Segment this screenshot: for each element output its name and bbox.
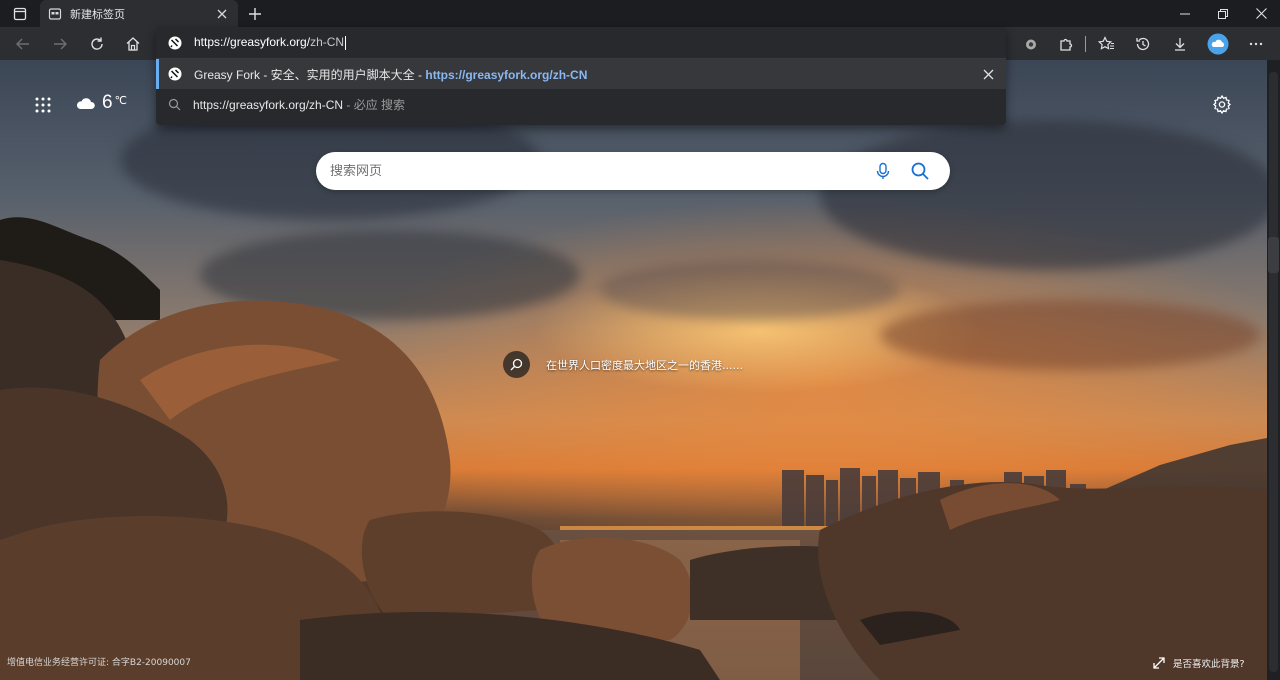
app-grid-icon [35, 97, 51, 113]
page-scrollbar[interactable] [1267, 60, 1280, 680]
minimize-icon [1180, 13, 1190, 14]
new-tab-button[interactable] [244, 3, 266, 25]
address-bar[interactable]: https://greasyfork.org/zh-CN [156, 27, 1006, 58]
search-submit-button[interactable] [910, 161, 930, 181]
tab-close-button[interactable] [214, 6, 230, 22]
home-button[interactable] [120, 31, 146, 57]
suggestion-site[interactable]: Greasy Fork - 安全、实用的用户脚本大全 - https://gre… [156, 59, 1006, 89]
address-host: https://greasyfork.org/ [194, 35, 311, 50]
close-icon [983, 69, 993, 79]
extensions-button[interactable] [1053, 31, 1079, 57]
tab-new-tab[interactable]: 新建标签页 [40, 0, 238, 27]
search-icon [911, 162, 929, 180]
back-button[interactable] [10, 31, 36, 57]
close-window-icon [1255, 8, 1267, 19]
minimize-button[interactable] [1166, 0, 1204, 27]
home-icon [126, 37, 140, 51]
more-dots-icon [1249, 42, 1263, 46]
search-suggestion-query: https://greasyfork.org/zh-CN [193, 97, 344, 112]
voice-search-button[interactable] [874, 162, 892, 180]
background-feedback[interactable]: 是否喜欢此背景? [1153, 656, 1245, 670]
sidebar-handle[interactable] [1268, 237, 1279, 273]
close-icon [217, 9, 227, 18]
downloads-button[interactable] [1167, 31, 1193, 57]
new-tab-page-icon [48, 7, 62, 20]
expand-arrows-icon [1153, 657, 1165, 669]
tab-title: 新建标签页 [70, 7, 125, 21]
arrow-right-icon [54, 38, 67, 50]
weather-widget[interactable]: 6 ℃ [76, 92, 127, 114]
gear-icon [1213, 94, 1231, 115]
greasyfork-icon [168, 67, 182, 81]
weather-unit: ℃ [114, 93, 127, 107]
restore-button[interactable] [1204, 0, 1242, 27]
weather-temperature: 6 [102, 92, 113, 113]
tab-actions-icon [13, 7, 27, 21]
download-icon [1175, 38, 1185, 51]
address-text[interactable]: https://greasyfork.org/zh-CN [194, 35, 347, 50]
text-caret [345, 35, 347, 50]
scrollbar-thumb[interactable] [1269, 72, 1278, 672]
greasyfork-icon [168, 36, 182, 49]
plus-icon [249, 8, 261, 20]
profile-button[interactable] [1205, 31, 1231, 57]
tab-actions-button[interactable] [6, 4, 34, 24]
window-controls [1166, 0, 1280, 27]
suggestion-url: https://greasyfork.org/zh-CN [425, 67, 588, 82]
extension-shield-icon [1026, 39, 1036, 50]
page-settings-button[interactable] [1212, 94, 1232, 115]
microphone-icon [876, 162, 890, 179]
apps-launcher-button[interactable] [34, 96, 52, 114]
arrow-left-icon [16, 38, 29, 50]
license-text[interactable]: 增值电信业务经营许可证: 合字B2-20090007 [7, 655, 191, 668]
forward-button[interactable] [47, 31, 73, 57]
search-icon [168, 98, 181, 110]
suggestion-separator: - [414, 67, 426, 82]
puzzle-icon [1060, 38, 1073, 51]
like-background-prompt[interactable]: 是否喜欢此背景? [1173, 656, 1245, 670]
refresh-button[interactable] [84, 31, 110, 57]
magnifier-icon [510, 358, 523, 371]
visual-search-button[interactable] [503, 351, 530, 378]
cloud-icon [76, 98, 95, 109]
search-suggestion-text: https://greasyfork.org/zh-CN - 必应 搜索 [193, 96, 405, 113]
search-suggestion-suffix: - 必应 搜索 [343, 97, 406, 112]
address-bar-dropdown: https://greasyfork.org/zh-CN Greasy Fork… [156, 27, 1006, 125]
suggestion-search[interactable]: https://greasyfork.org/zh-CN - 必应 搜索 [156, 89, 1006, 119]
search-input[interactable] [330, 163, 850, 179]
toolbar-divider [1085, 36, 1086, 52]
web-search-box[interactable] [316, 152, 950, 190]
restore-icon [1218, 8, 1228, 19]
history-icon [1136, 37, 1150, 51]
history-button[interactable] [1130, 31, 1156, 57]
background-caption[interactable]: 在世界人口密度最大地区之一的香港...... [503, 351, 743, 378]
favorites-star-icon [1097, 36, 1114, 50]
settings-more-button[interactable] [1243, 31, 1269, 57]
close-window-button[interactable] [1242, 0, 1280, 27]
address-path: zh-CN [310, 35, 345, 50]
title-bar: 新建标签页 [0, 0, 1280, 27]
caption-text[interactable]: 在世界人口密度最大地区之一的香港...... [546, 357, 743, 373]
refresh-icon [91, 37, 103, 50]
extension-button[interactable] [1018, 31, 1044, 57]
suggestion-title-text: Greasy Fork - 安全、实用的用户脚本大全 [194, 67, 415, 82]
profile-cloud-icon [1207, 33, 1229, 55]
suggestion-title: Greasy Fork - 安全、实用的用户脚本大全 - https://gre… [194, 66, 587, 83]
favorites-button[interactable] [1093, 31, 1119, 57]
remove-suggestion-button[interactable] [980, 66, 996, 82]
